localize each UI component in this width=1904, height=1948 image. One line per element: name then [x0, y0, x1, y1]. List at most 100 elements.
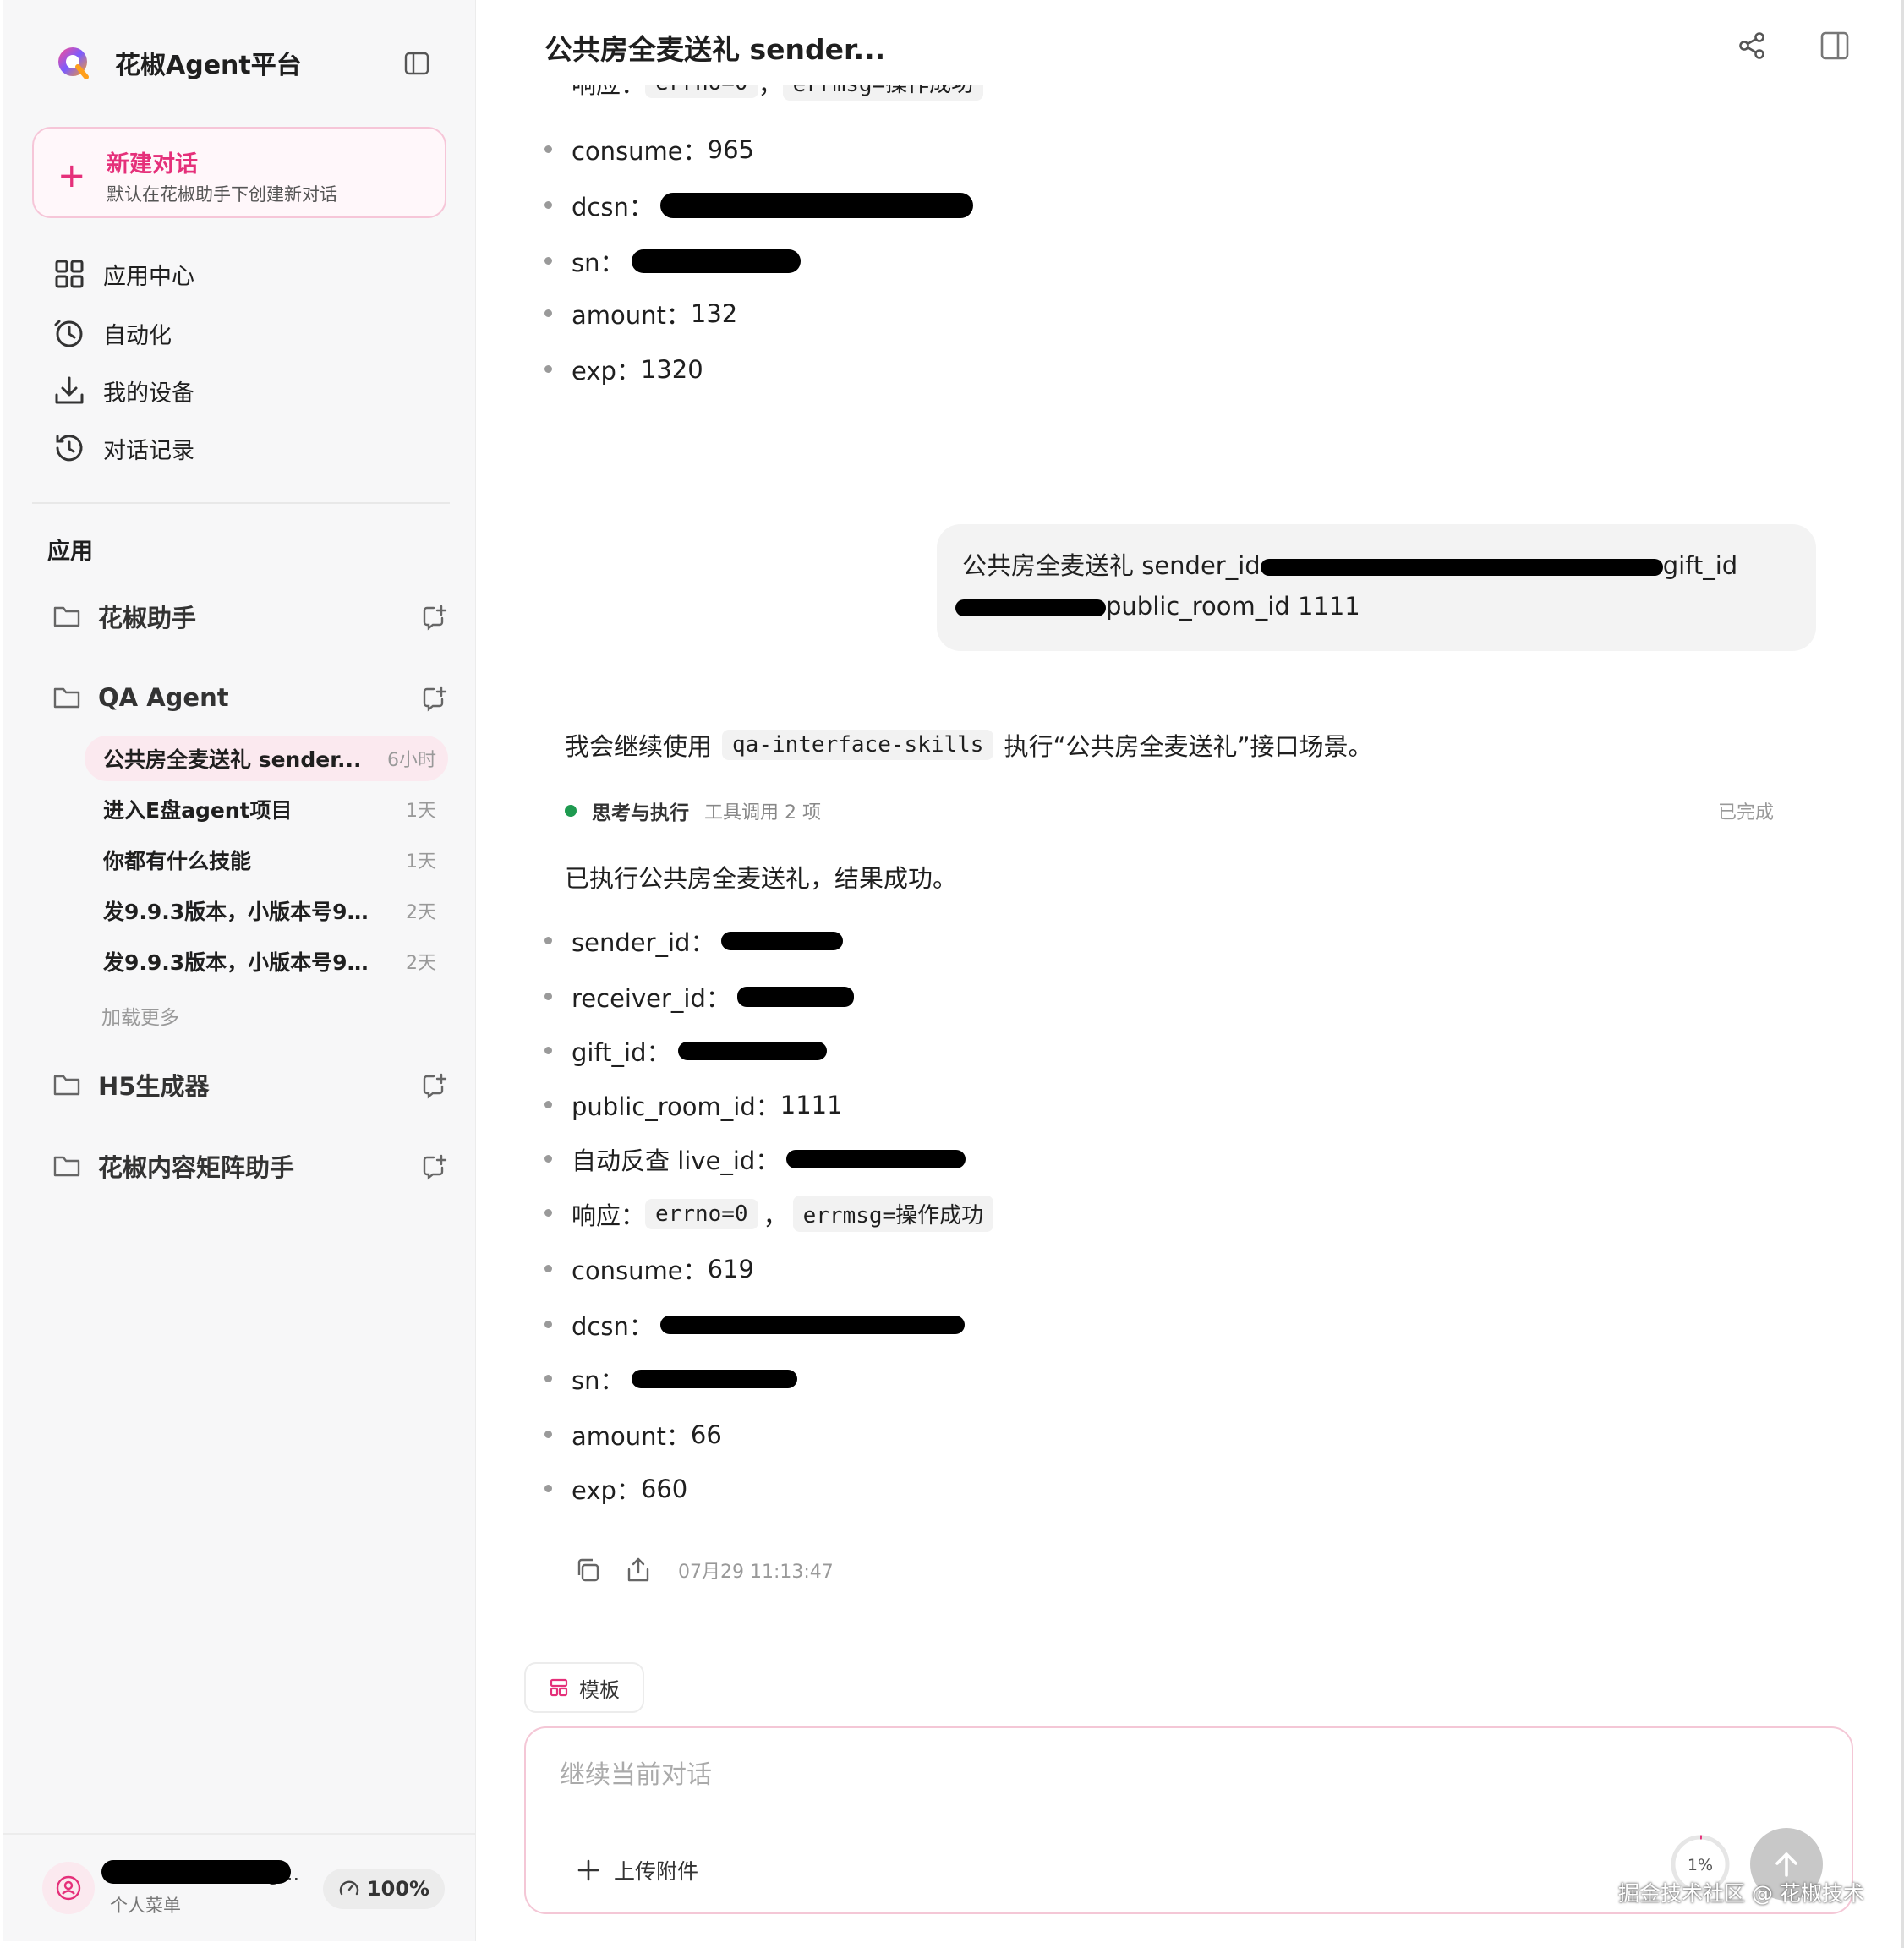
- export-icon[interactable]: [624, 1556, 653, 1584]
- template-button[interactable]: 模板: [524, 1662, 644, 1713]
- folder-icon: [53, 687, 80, 709]
- conversation-item[interactable]: 发9.9.3版本，小版本号9.... 2天: [85, 888, 448, 933]
- user-message-text: public_room_id 1111: [1106, 592, 1360, 621]
- watermark: 掘金技术社区 @ 花椒技术: [1618, 1881, 1864, 1906]
- conversation-title: 你都有什么技能: [103, 849, 252, 873]
- new-chat-icon[interactable]: [421, 1153, 448, 1180]
- tool-count: 工具调用 2 项: [704, 802, 821, 824]
- progress-value: 1%: [1688, 1856, 1713, 1874]
- item-label: dcsn：: [572, 1312, 654, 1341]
- new-chat-subtitle: 默认在花椒助手下创建新对话: [107, 184, 337, 205]
- redaction-mark: [659, 1316, 965, 1334]
- zoom-indicator[interactable]: 100%: [323, 1869, 445, 1909]
- nav-label: 对话记录: [103, 437, 194, 464]
- plus-icon: [577, 1859, 599, 1881]
- sidebar-toggle-icon[interactable]: [404, 51, 429, 76]
- zoom-value: 100%: [366, 1877, 430, 1901]
- brand: 花椒Agent平台: [56, 44, 302, 81]
- nav-automation[interactable]: 自动化: [52, 315, 172, 352]
- sidebar: 花椒Agent平台 + 新建对话 默认在花椒助手下创建新对话 应用中心 自动化 …: [3, 0, 476, 1941]
- list-item: consume： 965: [544, 132, 754, 167]
- new-chat-icon[interactable]: [421, 604, 448, 631]
- item-label: amount：: [572, 301, 691, 330]
- item-value: 1111: [780, 1091, 843, 1119]
- redaction-mark: [736, 987, 854, 1007]
- list-item: 自动反查 live_id：: [544, 1141, 966, 1177]
- nav-my-devices[interactable]: 我的设备: [52, 372, 194, 409]
- nav-label: 应用中心: [103, 263, 194, 290]
- inline-code: errmsg=操作成功: [792, 1196, 994, 1232]
- conversation-time: 1天: [406, 851, 436, 873]
- composer-input[interactable]: 继续当前对话: [560, 1754, 712, 1791]
- conversation-item[interactable]: 公共房全麦送礼 sender... 6小时: [85, 736, 448, 781]
- item-label: 响应：: [572, 1201, 646, 1230]
- status-badge: 已完成: [1717, 802, 1774, 824]
- clock-icon: [54, 320, 83, 347]
- history-icon: [56, 435, 83, 462]
- upload-label: 上传附件: [614, 1859, 699, 1884]
- message-actions: 07月29 11:13:47: [573, 1556, 834, 1584]
- thinking-label: 思考与执行: [592, 802, 689, 824]
- item-label: dcsn：: [572, 193, 654, 222]
- grid-icon: [55, 260, 84, 288]
- item-value: 66: [690, 1420, 722, 1449]
- apps-section-label: 应用: [47, 539, 93, 565]
- redaction-mark: [955, 599, 1106, 616]
- gauge-icon: [339, 1880, 359, 1896]
- conversation-item[interactable]: 你都有什么技能 1天: [85, 837, 448, 883]
- conversation-item[interactable]: 进入E盘agent项目 1天: [85, 786, 448, 832]
- new-chat-title: 新建对话: [107, 151, 198, 178]
- arrow-up-icon: [1775, 1852, 1797, 1877]
- share-icon[interactable]: [1737, 30, 1767, 61]
- inline-code: errno=0: [645, 1198, 758, 1229]
- nav-label: 我的设备: [103, 380, 194, 407]
- new-chat-icon[interactable]: [421, 685, 448, 712]
- list-item: sender_id：: [544, 923, 844, 959]
- list-item: exp： 1320: [544, 352, 703, 387]
- copy-icon[interactable]: [573, 1556, 602, 1584]
- app-h5-generator[interactable]: H5生成器: [52, 1065, 450, 1104]
- side-panel-icon[interactable]: [1819, 30, 1850, 61]
- app-label: H5生成器: [98, 1072, 210, 1101]
- nav-app-center[interactable]: 应用中心: [52, 255, 194, 293]
- item-label: sn：: [572, 249, 625, 277]
- folder-icon: [53, 606, 80, 627]
- nav-history[interactable]: 对话记录: [52, 430, 194, 467]
- upload-attachment-button[interactable]: 上传附件: [577, 1855, 698, 1885]
- item-label: amount：: [572, 1422, 691, 1451]
- download-icon: [55, 376, 84, 404]
- status-dot: [565, 805, 577, 817]
- nav-label: 自动化: [103, 322, 172, 349]
- avatar[interactable]: [42, 1862, 95, 1914]
- inline-code: errmsg=操作成功: [782, 85, 984, 101]
- new-chat-icon[interactable]: [421, 1072, 448, 1099]
- app-qa-agent[interactable]: QA Agent: [52, 678, 450, 717]
- list-item: amount： 132: [544, 296, 737, 331]
- app-content-matrix[interactable]: 花椒内容矩阵助手: [52, 1146, 450, 1185]
- previous-response-line: 响应： errno=0 ， errmsg=操作成功: [572, 85, 1096, 110]
- chat-title: 公共房全麦送礼 sender...: [544, 33, 886, 66]
- result-summary: 已执行公共房全麦送礼，结果成功。: [565, 864, 958, 893]
- item-label: exp：: [572, 357, 641, 386]
- brand-logo-icon: [56, 45, 91, 80]
- thinking-execution-row[interactable]: 思考与执行 工具调用 2 项 已完成: [565, 798, 1774, 824]
- personal-menu-label[interactable]: 个人菜单: [110, 1892, 181, 1918]
- item-label: receiver_id：: [572, 984, 730, 1013]
- app-label: QA Agent: [98, 683, 229, 712]
- scrollbar[interactable]: [1901, 0, 1904, 1948]
- message-timestamp: 07月29 11:13:47: [678, 1562, 834, 1583]
- load-more-link[interactable]: 加载更多: [101, 1001, 179, 1030]
- conversation-item[interactable]: 发9.9.3版本，小版本号9.... 2天: [85, 938, 448, 984]
- conversation-title: 发9.9.3版本，小版本号9....: [103, 950, 374, 975]
- redaction-mark: [101, 1860, 291, 1884]
- user-message-text: 公共房全麦送礼 sender_id: [962, 551, 1261, 580]
- assistant-intro: 我会继续使用 qa-interface-skills 执行“公共房全麦送礼”接口…: [565, 727, 1373, 763]
- intro-text: 执行“公共房全麦送礼”接口场景。: [1004, 732, 1373, 761]
- item-label: sn：: [572, 1366, 625, 1395]
- conversation-title: 进入E盘agent项目: [103, 798, 293, 823]
- app-label: 花椒内容矩阵助手: [98, 1153, 295, 1182]
- app-huajiao-assistant[interactable]: 花椒助手: [52, 597, 450, 636]
- new-chat-button[interactable]: + 新建对话 默认在花椒助手下创建新对话: [32, 127, 446, 218]
- inline-code: qa-interface-skills: [722, 730, 994, 760]
- conversation-title: 发9.9.3版本，小版本号9....: [103, 900, 374, 924]
